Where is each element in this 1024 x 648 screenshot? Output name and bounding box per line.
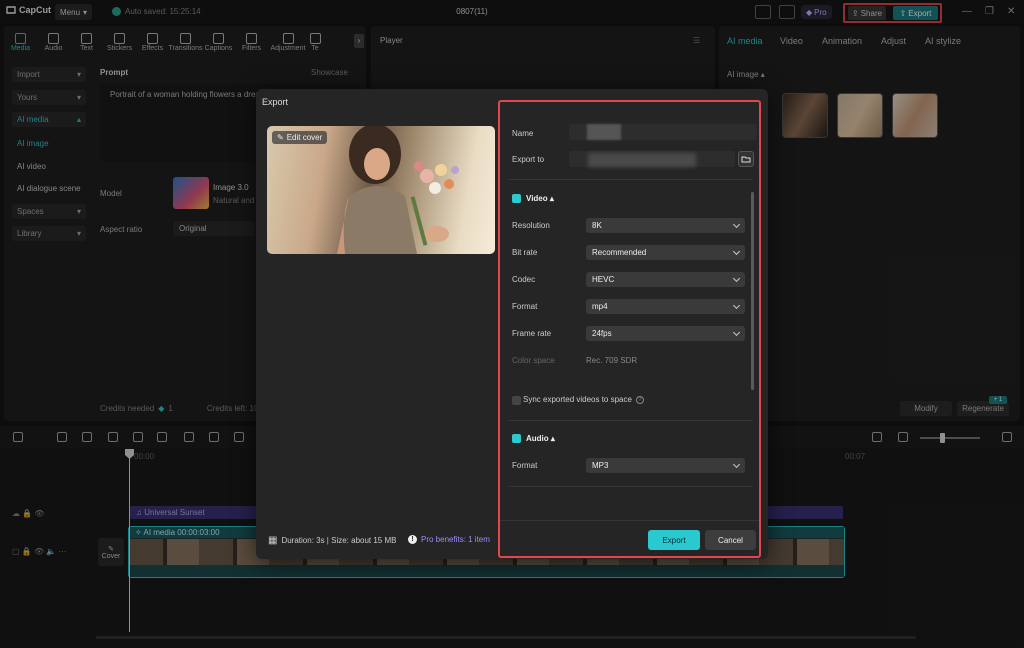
pencil-icon: ✎ xyxy=(277,133,284,142)
woman-with-flowers-illustration xyxy=(337,126,459,254)
dialog-title: Export xyxy=(262,97,289,107)
info-icon: ! xyxy=(408,535,417,544)
pro-benefits-link[interactable]: ! Pro benefits: 1 item xyxy=(408,535,490,544)
duration-info: ▦ Duration: 3s | Size: about 15 MB xyxy=(268,535,397,546)
edit-cover-button[interactable]: ✎ Edit cover xyxy=(272,131,328,144)
film-icon: ▦ xyxy=(268,535,278,546)
highlight-box-form xyxy=(498,100,761,558)
cover-preview-image[interactable] xyxy=(267,126,495,254)
